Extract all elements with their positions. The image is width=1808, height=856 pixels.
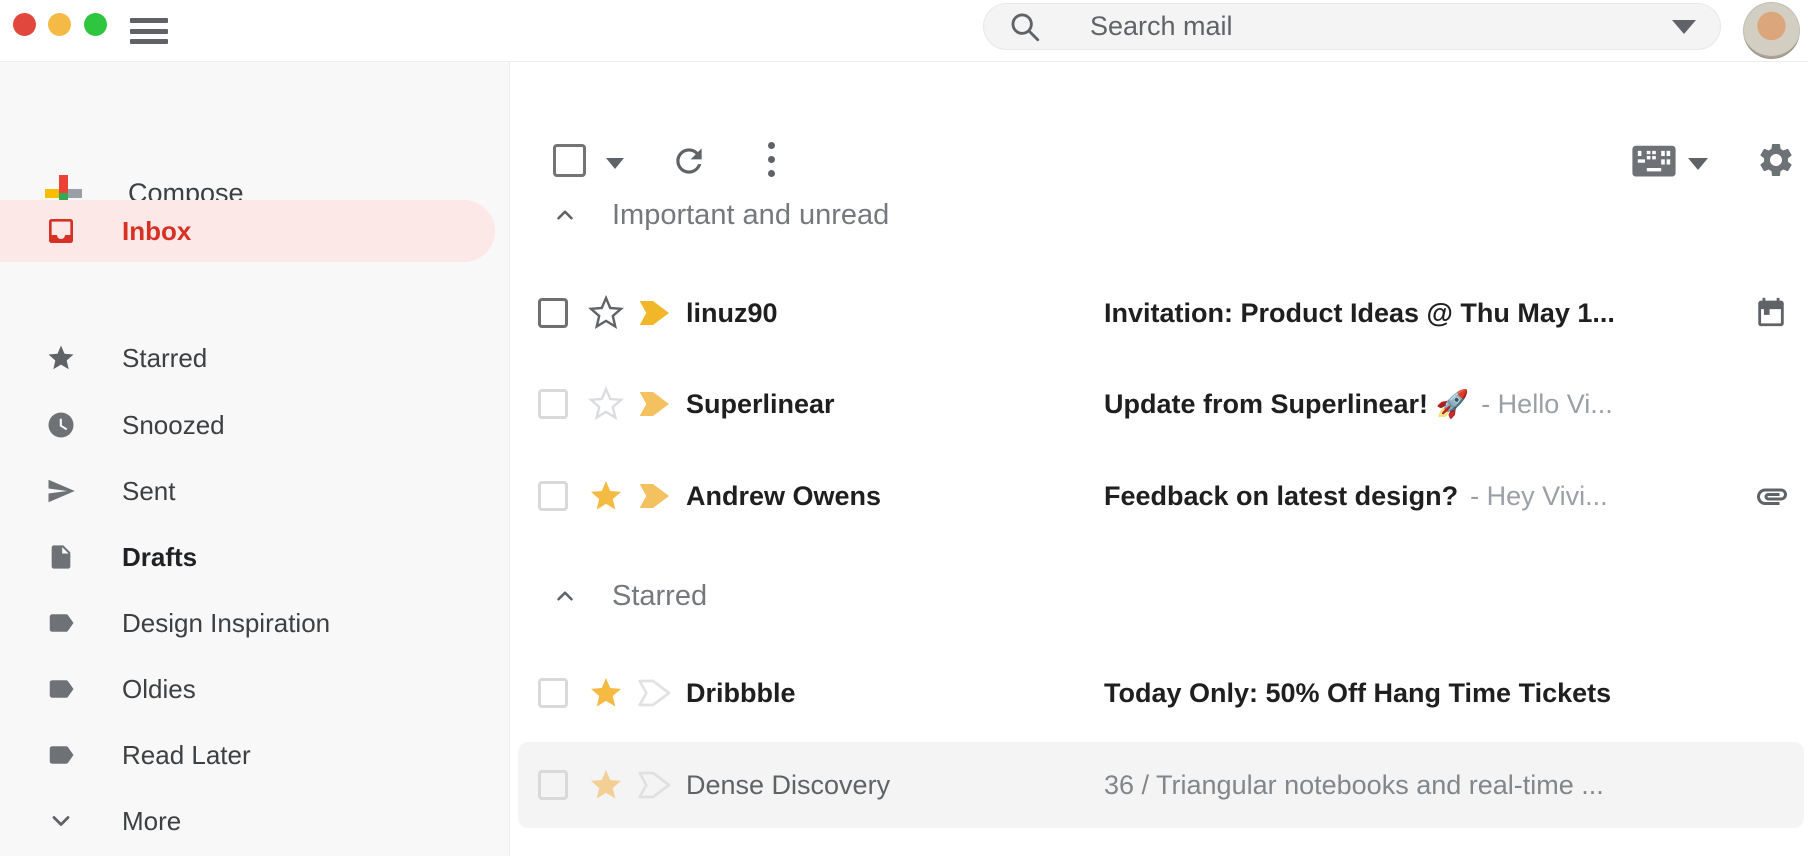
settings-gear-icon[interactable] bbox=[1756, 140, 1796, 180]
sidebar-item-oldies[interactable]: Oldies bbox=[0, 658, 495, 720]
row-checkbox[interactable] bbox=[538, 389, 568, 419]
input-tools-chevron-icon[interactable] bbox=[1688, 158, 1708, 170]
email-subject: Feedback on latest design? bbox=[1104, 481, 1458, 512]
label-icon bbox=[45, 607, 77, 639]
email-row[interactable]: Andrew Owens Feedback on latest design? … bbox=[510, 451, 1808, 541]
collapse-chevron-icon[interactable] bbox=[552, 202, 578, 228]
email-subject: Update from Superlinear! 🚀 bbox=[1104, 388, 1469, 420]
importance-marker-icon[interactable] bbox=[634, 769, 672, 801]
email-subject: Invitation: Product Ideas @ Thu May 1... bbox=[1104, 298, 1615, 329]
main-menu-icon[interactable] bbox=[130, 14, 168, 48]
user-avatar[interactable] bbox=[1743, 2, 1800, 59]
label-icon bbox=[45, 739, 77, 771]
window-close-button[interactable] bbox=[13, 13, 36, 36]
sidebar-item-read-later[interactable]: Read Later bbox=[0, 724, 495, 786]
email-snippet: - Hey Vivi... bbox=[1470, 481, 1608, 512]
importance-marker-icon[interactable] bbox=[634, 677, 672, 709]
sidebar-item-label: More bbox=[122, 806, 181, 837]
row-trailing-spacer bbox=[1754, 675, 1790, 711]
row-trailing-spacer bbox=[1754, 386, 1790, 422]
star-icon[interactable] bbox=[588, 478, 624, 514]
email-sender: Dribbble bbox=[686, 678, 1104, 709]
search-input[interactable] bbox=[1090, 11, 1672, 42]
star-icon[interactable] bbox=[588, 295, 624, 331]
top-bar bbox=[0, 0, 1808, 62]
select-options-chevron-icon[interactable] bbox=[606, 158, 624, 169]
sidebar-item-label: Starred bbox=[122, 343, 207, 374]
sidebar-item-label: Inbox bbox=[122, 216, 191, 247]
inbox-icon bbox=[45, 215, 77, 247]
email-sender: Superlinear bbox=[686, 389, 1104, 420]
sidebar-item-inbox[interactable]: Inbox bbox=[0, 200, 495, 262]
collapse-chevron-icon[interactable] bbox=[552, 583, 578, 609]
sidebar-item-label: Snoozed bbox=[122, 410, 225, 441]
sidebar-item-sent[interactable]: Sent bbox=[0, 460, 495, 522]
email-row[interactable]: Dribbble Today Only: 50% Off Hang Time T… bbox=[510, 648, 1808, 738]
section-header-important[interactable]: Important and unread bbox=[510, 193, 889, 237]
star-icon[interactable] bbox=[588, 767, 624, 803]
search-options-chevron-icon[interactable] bbox=[1672, 20, 1696, 34]
clock-icon bbox=[45, 409, 77, 441]
select-all-checkbox[interactable] bbox=[553, 144, 586, 177]
sidebar-item-drafts[interactable]: Drafts bbox=[0, 526, 495, 588]
gmail-window: Compose Inbox Starred Snoozed Sent bbox=[0, 0, 1808, 856]
more-actions-icon[interactable] bbox=[768, 142, 775, 177]
email-row[interactable]: Dense Discovery 36 / Triangular notebook… bbox=[518, 742, 1804, 828]
window-zoom-button[interactable] bbox=[84, 13, 107, 36]
email-subject: Today Only: 50% Off Hang Time Tickets bbox=[1104, 678, 1611, 709]
star-icon bbox=[45, 342, 77, 374]
star-icon[interactable] bbox=[588, 386, 624, 422]
sidebar-item-label: Sent bbox=[122, 476, 176, 507]
file-icon bbox=[45, 541, 77, 573]
input-tools-keyboard-icon[interactable] bbox=[1632, 144, 1676, 180]
section-header-starred[interactable]: Starred bbox=[510, 574, 707, 618]
importance-marker-icon[interactable] bbox=[634, 480, 672, 512]
window-minimize-button[interactable] bbox=[48, 13, 71, 36]
calendar-icon bbox=[1754, 295, 1790, 331]
sidebar-item-label: Oldies bbox=[122, 674, 196, 705]
star-icon[interactable] bbox=[588, 675, 624, 711]
email-row[interactable]: Superlinear Update from Superlinear! 🚀 -… bbox=[510, 359, 1808, 449]
email-row[interactable]: linuz90 Invitation: Product Ideas @ Thu … bbox=[510, 268, 1808, 358]
sidebar-item-label: Read Later bbox=[122, 740, 251, 771]
email-sender: Andrew Owens bbox=[686, 481, 1104, 512]
sidebar-item-design-inspiration[interactable]: Design Inspiration bbox=[0, 592, 495, 654]
search-icon bbox=[1008, 10, 1042, 44]
sidebar-item-more[interactable]: More bbox=[0, 790, 495, 852]
sidebar-item-label: Design Inspiration bbox=[122, 608, 330, 639]
sidebar-item-starred[interactable]: Starred bbox=[0, 327, 495, 389]
email-subject: 36 / Triangular notebooks and real-time … bbox=[1104, 770, 1604, 801]
email-sender: linuz90 bbox=[686, 298, 1104, 329]
row-trailing-spacer bbox=[1750, 767, 1786, 803]
paperclip-icon bbox=[1754, 478, 1790, 514]
row-checkbox[interactable] bbox=[538, 678, 568, 708]
row-checkbox[interactable] bbox=[538, 481, 568, 511]
section-title: Important and unread bbox=[612, 199, 889, 232]
sidebar-item-snoozed[interactable]: Snoozed bbox=[0, 394, 495, 456]
importance-marker-icon[interactable] bbox=[634, 297, 672, 329]
search-bar[interactable] bbox=[983, 3, 1721, 50]
mail-list-pane: Important and unread linuz90 Invitation:… bbox=[510, 62, 1808, 856]
sidebar: Compose Inbox Starred Snoozed Sent bbox=[0, 62, 510, 856]
importance-marker-icon[interactable] bbox=[634, 388, 672, 420]
chevron-down-icon bbox=[45, 805, 77, 837]
email-snippet: - Hello Vi... bbox=[1481, 389, 1613, 420]
row-checkbox[interactable] bbox=[538, 770, 568, 800]
section-title: Starred bbox=[612, 580, 707, 613]
row-checkbox[interactable] bbox=[538, 298, 568, 328]
label-icon bbox=[45, 673, 77, 705]
refresh-icon[interactable] bbox=[670, 142, 708, 180]
sidebar-item-label: Drafts bbox=[122, 542, 197, 573]
email-sender: Dense Discovery bbox=[686, 770, 1104, 801]
send-icon bbox=[45, 475, 77, 507]
